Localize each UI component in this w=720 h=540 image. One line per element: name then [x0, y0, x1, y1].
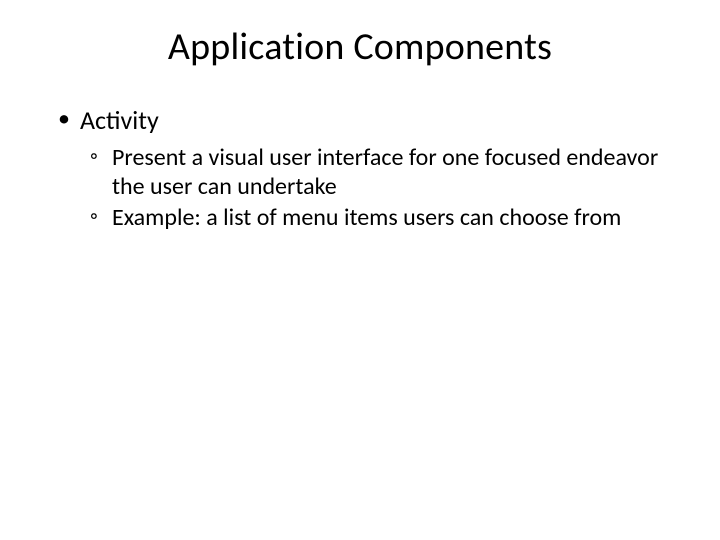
slide-title: Application Components	[0, 0, 720, 70]
bullet-level2: Present a visual user interface for one …	[54, 143, 666, 202]
slide-content: Activity Present a visual user interface…	[0, 70, 720, 232]
slide: Application Components Activity Present …	[0, 0, 720, 540]
bullet-level2: Example: a list of menu items users can …	[54, 203, 666, 232]
bullet-level1: Activity	[54, 104, 666, 137]
